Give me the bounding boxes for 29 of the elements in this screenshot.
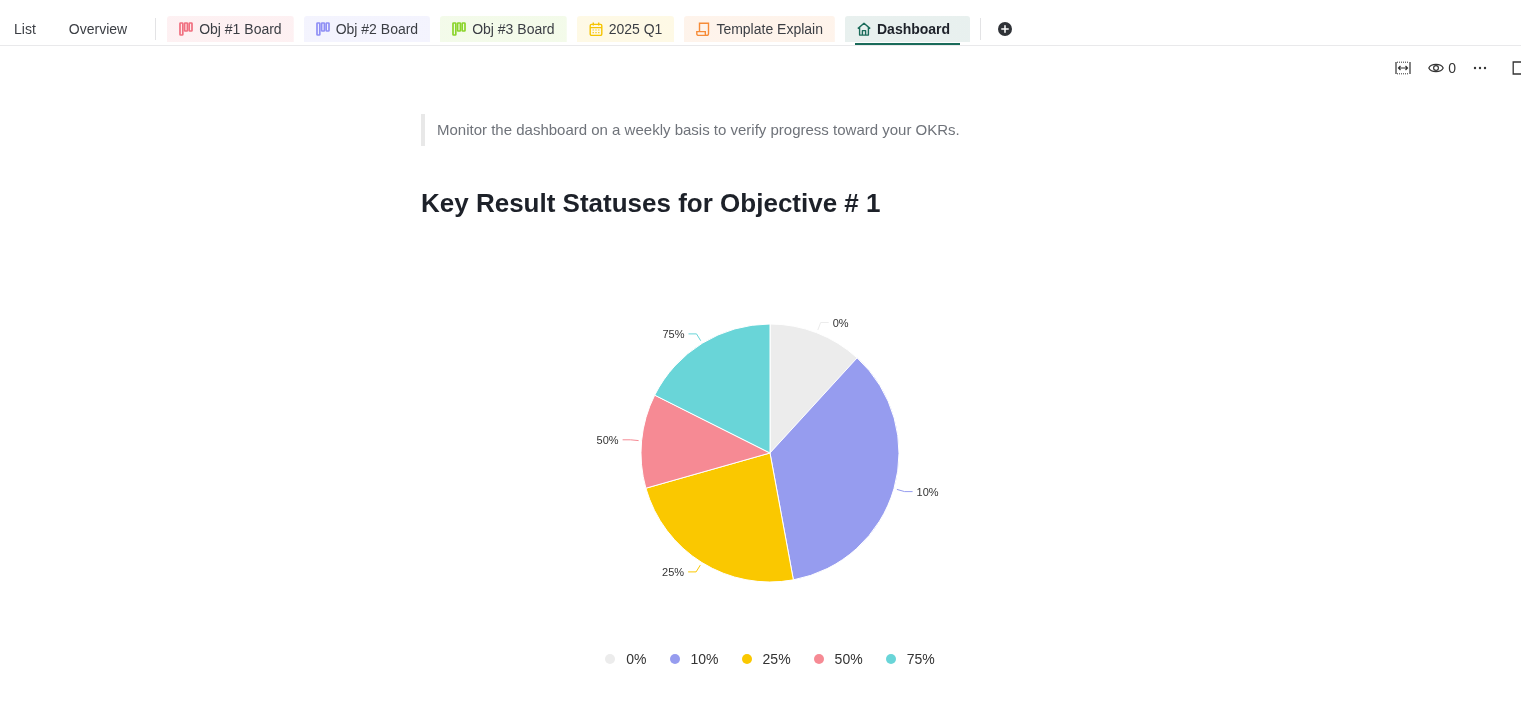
- leader-line: [896, 488, 914, 493]
- slice-label: 25%: [662, 565, 685, 578]
- tab[interactable]: List: [0, 16, 50, 45]
- leader-line: [622, 439, 640, 442]
- views-button[interactable]: 0: [1428, 60, 1456, 76]
- leader-line: [687, 564, 701, 573]
- section-heading: Key Result Statuses for Objective # 1: [421, 187, 882, 219]
- legend-label: 0%: [626, 650, 647, 669]
- legend-label: 50%: [834, 650, 863, 669]
- tab[interactable]: Obj #1 Board: [167, 16, 294, 45]
- legend-label: 75%: [906, 650, 935, 669]
- tab[interactable]: Template Explain: [684, 16, 835, 45]
- leader-line: [688, 333, 702, 342]
- legend-label: 25%: [762, 650, 791, 669]
- slice-label: 10%: [916, 485, 939, 498]
- tab[interactable]: Overview: [54, 16, 142, 45]
- add-icon[interactable]: [998, 22, 1013, 36]
- eye-icon: [1428, 62, 1445, 74]
- fit-width-icon[interactable]: [1395, 61, 1412, 75]
- tab[interactable]: 2025 Q1: [576, 16, 675, 45]
- slice-label: 75%: [662, 327, 685, 340]
- tab[interactable]: Obj #3 Board: [440, 16, 567, 45]
- quote-text: Monitor the dashboard on a weekly basis to verify progress toward your OKRs.: [421, 114, 1119, 146]
- tab[interactable]: Dashboard: [845, 16, 971, 45]
- more-icon[interactable]: [1473, 66, 1487, 70]
- slice-label: 50%: [596, 433, 619, 446]
- slice-label: 0%: [832, 316, 849, 329]
- tab[interactable]: Obj #2 Board: [303, 16, 431, 45]
- legend-label: 10%: [690, 650, 719, 669]
